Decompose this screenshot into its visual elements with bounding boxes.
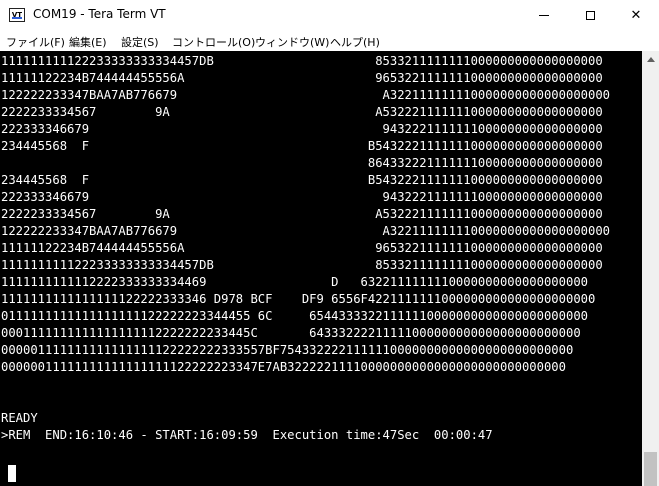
terminal-line: 2222233334567 9A A5322211111110000000000…	[1, 105, 603, 119]
terminal-line: 111111111122233333333334457DB 8533211111…	[1, 258, 603, 272]
terminal-line: 234445568 F B543222111111100000000000000…	[1, 139, 603, 153]
terminal-line: 222333346679 943222111111100000000000000…	[1, 190, 603, 204]
terminal-line: 0001111111111111111112222222233445C 6433…	[1, 326, 581, 340]
minimize-icon	[539, 15, 549, 16]
terminal-line: 222333346679 943222111111100000000000000…	[1, 122, 603, 136]
menu-control[interactable]: コントロール(O)	[172, 34, 255, 50]
terminal-line: 122222233347BAA7AB776679 A32211111111000…	[1, 88, 611, 102]
arrow-up-icon	[646, 57, 655, 62]
terminal-cursor	[8, 465, 16, 482]
terminal-line: 86433222111111100000000000000000	[1, 156, 603, 170]
teraterm-app-icon[interactable]: VT	[9, 8, 25, 22]
terminal-line: 11111122234B744444455556A 96532211111110…	[1, 71, 603, 85]
terminal-line: 2222233334567 9A A5322211111110000000000…	[1, 207, 603, 221]
terminal-line-command: >REM END:16:10:46 - START:16:09:59 Execu…	[1, 428, 493, 442]
terminal-line: 234445568 F B543222111111100000000000000…	[1, 173, 603, 187]
menu-help[interactable]: ヘルプ(H)	[330, 34, 380, 50]
terminal-screen[interactable]: 111111111122233333333334457DB 8533211111…	[0, 51, 642, 486]
terminal-line: 0111111111111111111122222223344455 6C 65…	[1, 309, 588, 323]
scroll-up-button[interactable]	[642, 51, 659, 68]
terminal-line: 00000011111111111111111122222223347E7AB3…	[1, 360, 566, 374]
menu-bar: ファイル(F) 編集(E) 設定(S) コントロール(O) ウィンドウ(W) ヘ…	[0, 31, 659, 52]
close-button[interactable]: ✕	[613, 0, 659, 31]
terminal-line: 1111111111112222333333334469 D 632211111…	[1, 275, 588, 289]
terminal-line: 11111122234B744444455556A 96532211111110…	[1, 241, 603, 255]
maximize-button[interactable]	[567, 0, 613, 31]
maximize-icon	[585, 11, 595, 20]
terminal-line: 1111111111111111122222333346 D978 BCF DF…	[1, 292, 596, 306]
minimize-button[interactable]	[521, 0, 567, 31]
window-title: COM19 - Tera Term VT	[33, 7, 166, 21]
title-bar: VT COM19 - Tera Term VT ✕	[0, 0, 659, 32]
menu-window[interactable]: ウィンドウ(W)	[255, 34, 329, 50]
terminal-line: 000001111111111111111122222222333557BF75…	[1, 343, 574, 357]
terminal-line: 111111111122233333333334457DB 8533211111…	[1, 54, 603, 68]
terminal-line-ready: READY	[1, 411, 38, 425]
terminal-line: 122222233347BAA7AB776679 A32211111111000…	[1, 224, 611, 238]
menu-edit[interactable]: 編集(E)	[69, 34, 107, 50]
vertical-scrollbar[interactable]	[642, 51, 659, 486]
scroll-thumb[interactable]	[644, 452, 657, 486]
menu-file[interactable]: ファイル(F)	[6, 34, 65, 50]
menu-settings[interactable]: 設定(S)	[121, 34, 159, 50]
close-icon: ✕	[630, 8, 642, 23]
